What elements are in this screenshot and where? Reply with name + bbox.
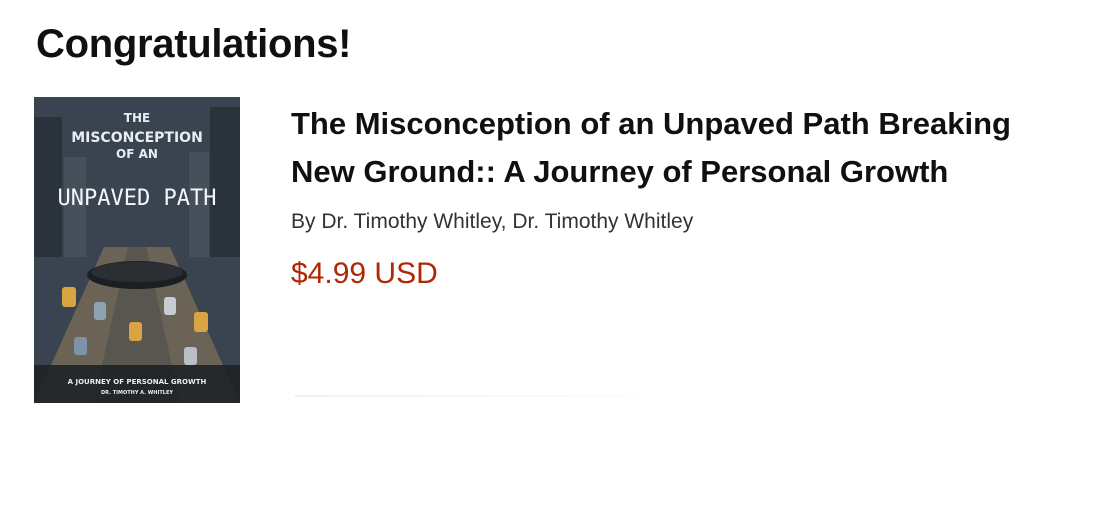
- book-title[interactable]: The Misconception of an Unpaved Path Bre…: [291, 100, 1081, 196]
- cover-text-misconception: MISCONCEPTION: [71, 130, 203, 146]
- book-byline: By Dr. Timothy Whitley, Dr. Timothy Whit…: [291, 210, 694, 233]
- cover-art: THE MISCONCEPTION OF AN UNPAVED PATH A J…: [34, 97, 240, 403]
- book-price: $4.99 USD: [291, 257, 438, 290]
- book-info: The Misconception of an Unpaved Path Bre…: [291, 100, 1091, 291]
- cover-text-of-an: OF AN: [116, 147, 158, 161]
- cover-text-author: DR. TIMOTHY A. WHITLEY: [101, 390, 173, 396]
- divider: [295, 395, 640, 397]
- cover-text-unpaved-path: UNPAVED PATH: [58, 186, 217, 211]
- page-heading: Congratulations!: [36, 22, 352, 66]
- cover-text-the: THE: [124, 111, 150, 125]
- book-cover-image[interactable]: THE MISCONCEPTION OF AN UNPAVED PATH A J…: [34, 97, 240, 403]
- cover-text-subtitle: A JOURNEY OF PERSONAL GROWTH: [68, 378, 207, 386]
